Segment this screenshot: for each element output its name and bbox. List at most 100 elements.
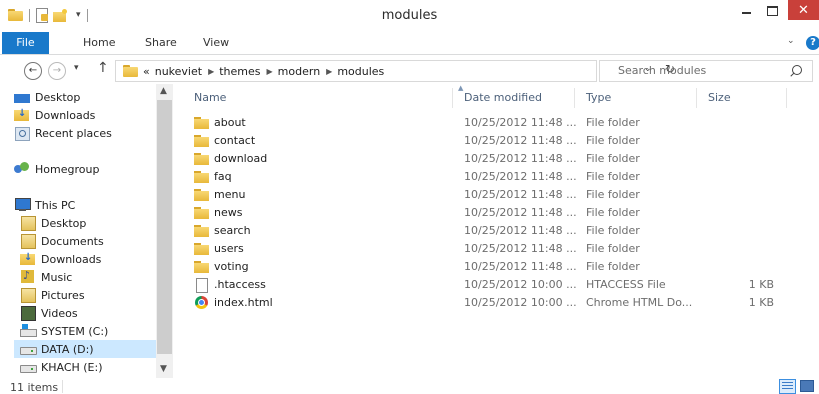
- nav-item-label: Documents: [41, 234, 104, 248]
- nav-item-system-c[interactable]: SYSTEM (C:): [20, 322, 162, 340]
- back-button[interactable]: ←: [24, 62, 42, 80]
- documents-icon: [20, 234, 36, 249]
- column-header-date-modified[interactable]: Date modified: [464, 91, 542, 104]
- nav-item-recent-places[interactable]: Recent places: [14, 124, 156, 142]
- file-date-modified: 10/25/2012 11:48 ...: [464, 134, 577, 147]
- breadcrumb-modules[interactable]: modules: [337, 65, 384, 78]
- column-separator[interactable]: [696, 88, 697, 108]
- file-type: File folder: [586, 134, 640, 147]
- nav-item-data-d[interactable]: DATA (D:): [14, 340, 156, 358]
- file-date-modified: 10/25/2012 11:48 ...: [464, 224, 577, 237]
- minimize-button[interactable]: [733, 0, 759, 22]
- file-row[interactable]: users 10/25/2012 11:48 ... File folder: [186, 240, 786, 258]
- nav-item-downloads[interactable]: Downloads: [20, 250, 162, 268]
- nav-item-music[interactable]: Music: [20, 268, 162, 286]
- scroll-thumb[interactable]: [157, 100, 172, 354]
- file-name[interactable]: users: [214, 242, 244, 255]
- details-view-icon[interactable]: [779, 379, 796, 394]
- nav-item-this-pc[interactable]: This PC: [14, 196, 156, 214]
- status-bar: 11 items: [0, 378, 819, 394]
- nav-scrollbar[interactable]: ▲ ▼: [156, 84, 173, 378]
- breadcrumb-arrow-icon[interactable]: ▶: [326, 67, 332, 76]
- tab-share[interactable]: Share: [145, 32, 177, 54]
- search-box[interactable]: [599, 60, 813, 82]
- file-name[interactable]: download: [214, 152, 267, 165]
- file-type: File folder: [586, 242, 640, 255]
- file-name[interactable]: index.html: [214, 296, 273, 309]
- file-row[interactable]: about 10/25/2012 11:48 ... File folder: [186, 114, 786, 132]
- breadcrumb-nukeviet[interactable]: nukeviet: [155, 65, 202, 78]
- file-name[interactable]: about: [214, 116, 246, 129]
- address-bar[interactable]: « nukeviet ▶ themes ▶ modern ▶ modules ⌄…: [115, 60, 675, 82]
- file-date-modified: 10/25/2012 11:48 ...: [464, 242, 577, 255]
- file-row[interactable]: download 10/25/2012 11:48 ... File folder: [186, 150, 786, 168]
- nav-item-homegroup[interactable]: Homegroup: [14, 160, 156, 178]
- nav-item-downloads[interactable]: Downloads: [14, 106, 156, 124]
- column-header-type[interactable]: Type: [586, 91, 611, 104]
- folder-icon: [194, 225, 209, 237]
- tab-home[interactable]: Home: [83, 32, 115, 54]
- maximize-button[interactable]: [759, 0, 785, 22]
- file-row[interactable]: voting 10/25/2012 11:48 ... File folder: [186, 258, 786, 276]
- nav-item-khach-e[interactable]: KHACH (E:): [20, 358, 162, 376]
- breadcrumb-arrow-icon[interactable]: ▶: [267, 67, 273, 76]
- file-name[interactable]: menu: [214, 188, 245, 201]
- expand-ribbon-icon[interactable]: ⌄: [787, 36, 795, 46]
- file-name[interactable]: search: [214, 224, 251, 237]
- nav-item-desktop[interactable]: Desktop: [14, 88, 156, 106]
- pictures-icon: [20, 288, 36, 303]
- file-row[interactable]: index.html 10/25/2012 10:00 ... Chrome HTM…: [186, 294, 786, 312]
- search-input[interactable]: [618, 63, 778, 78]
- file-type: HTACCESS File: [586, 278, 666, 291]
- help-icon[interactable]: ?: [806, 36, 819, 50]
- tab-file[interactable]: File: [2, 32, 49, 54]
- file-row[interactable]: menu 10/25/2012 11:48 ... File folder: [186, 186, 786, 204]
- file-date-modified: 10/25/2012 11:48 ...: [464, 116, 577, 129]
- nav-item-pictures[interactable]: Pictures: [20, 286, 162, 304]
- file-date-modified: 10/25/2012 10:00 ...: [464, 296, 577, 309]
- file-name[interactable]: faq: [214, 170, 232, 183]
- column-separator[interactable]: [574, 88, 575, 108]
- videos-icon: [20, 306, 36, 321]
- column-separator[interactable]: [452, 88, 453, 108]
- file-explorer-window: ▾ modules ✕ File Home Share View ⌄ ? ← →…: [0, 0, 819, 394]
- up-button[interactable]: ↑: [97, 60, 109, 76]
- file-row[interactable]: search 10/25/2012 11:48 ... File folder: [186, 222, 786, 240]
- column-header-name[interactable]: Name: [194, 91, 226, 104]
- file-name[interactable]: voting: [214, 260, 249, 273]
- nav-item-documents[interactable]: Documents: [20, 232, 162, 250]
- breadcrumb-modern[interactable]: modern: [278, 65, 321, 78]
- file-row[interactable]: contact 10/25/2012 11:48 ... File folder: [186, 132, 786, 150]
- recent-locations-icon[interactable]: ▾: [74, 63, 79, 73]
- breadcrumb-themes[interactable]: themes: [219, 65, 260, 78]
- breadcrumb-overflow[interactable]: «: [143, 65, 150, 78]
- close-button[interactable]: ✕: [788, 0, 819, 20]
- nav-item-label: KHACH (E:): [41, 360, 103, 374]
- item-count: 11 items: [10, 381, 59, 394]
- nav-item-videos[interactable]: Videos: [20, 304, 162, 322]
- tab-view[interactable]: View: [203, 32, 229, 54]
- downloads-icon: [20, 252, 36, 266]
- nav-item-desktop[interactable]: Desktop: [20, 214, 162, 232]
- column-separator[interactable]: [786, 88, 787, 108]
- scroll-up-icon[interactable]: ▲: [160, 86, 167, 96]
- file-date-modified: 10/25/2012 11:48 ...: [464, 206, 577, 219]
- folder-icon: [123, 65, 138, 77]
- search-icon[interactable]: [792, 65, 802, 75]
- large-icons-view-icon[interactable]: [799, 379, 814, 392]
- folder-icon: [194, 135, 209, 147]
- folder-icon: [194, 171, 209, 183]
- file-row[interactable]: faq 10/25/2012 11:48 ... File folder: [186, 168, 786, 186]
- nav-item-label: DATA (D:): [41, 342, 94, 356]
- nav-item-label: Homegroup: [35, 162, 100, 176]
- scroll-down-icon[interactable]: ▼: [160, 364, 167, 374]
- breadcrumb-arrow-icon[interactable]: ▶: [208, 67, 214, 76]
- forward-button[interactable]: →: [48, 62, 66, 80]
- sort-ascending-icon: ▲: [458, 84, 464, 92]
- file-row[interactable]: news 10/25/2012 11:48 ... File folder: [186, 204, 786, 222]
- file-row[interactable]: .htaccess 10/25/2012 10:00 ... HTACCESS Fi…: [186, 276, 786, 294]
- file-name[interactable]: news: [214, 206, 242, 219]
- column-header-size[interactable]: Size: [708, 91, 731, 104]
- file-name[interactable]: .htaccess: [214, 278, 266, 291]
- file-name[interactable]: contact: [214, 134, 255, 147]
